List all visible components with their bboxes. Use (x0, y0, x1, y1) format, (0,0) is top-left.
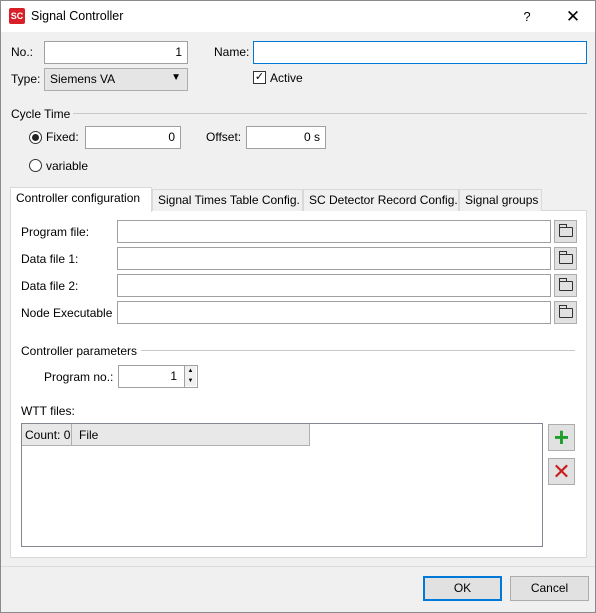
program-file-label: Program file: (21, 225, 90, 239)
data-file-1-label: Data file 1: (21, 252, 79, 266)
browse-program-file-button[interactable] (554, 220, 577, 243)
x-icon: ✕ (552, 459, 571, 484)
browse-node-executable-button[interactable] (554, 301, 577, 324)
folder-icon (559, 251, 573, 264)
cancel-button[interactable]: Cancel (510, 576, 589, 601)
grid-file-column-header[interactable]: File (72, 424, 310, 446)
remove-wtt-file-button[interactable]: ✕ (548, 458, 575, 485)
cycle-time-divider (73, 113, 587, 114)
app-icon: SC (9, 8, 25, 24)
fixed-cycle-field[interactable]: 0 (85, 126, 181, 149)
fixed-label: Fixed: (46, 130, 79, 144)
tab-signal-groups[interactable]: Signal groups (459, 189, 542, 211)
folder-icon (559, 305, 573, 318)
add-wtt-file-button[interactable]: + (548, 424, 575, 451)
controller-parameters-divider (141, 350, 575, 351)
offset-label: Offset: (206, 130, 242, 144)
name-label: Name: (214, 45, 250, 59)
cycle-time-label: Cycle Time (11, 107, 71, 121)
plus-icon: + (553, 422, 570, 452)
no-field[interactable]: 1 (44, 41, 188, 64)
node-executable-label: Node Executable (21, 306, 113, 320)
browse-data-file-1-button[interactable] (554, 247, 577, 270)
active-label: Active (270, 71, 303, 85)
grid-count-header: Count: 0 (22, 424, 72, 446)
browse-data-file-2-button[interactable] (554, 274, 577, 297)
tab-signal-times-table-config[interactable]: Signal Times Table Config. (152, 189, 303, 211)
data-file-2-label: Data file 2: (21, 279, 79, 293)
window-title: Signal Controller (31, 9, 124, 23)
footer-divider (1, 566, 595, 567)
type-select[interactable]: Siemens VA ▼ (44, 68, 188, 91)
program-file-field[interactable] (117, 220, 551, 243)
variable-radio[interactable] (29, 159, 42, 172)
tab-controller-configuration[interactable]: Controller configuration (10, 187, 152, 212)
fixed-radio[interactable] (29, 131, 42, 144)
offset-field[interactable]: 0 s (246, 126, 326, 149)
checkmark-icon: ✓ (254, 71, 265, 83)
wtt-files-grid[interactable]: Count: 0 File (21, 423, 543, 547)
close-button[interactable]: ✕ (557, 5, 589, 29)
controller-parameters-label: Controller parameters (21, 344, 138, 358)
folder-icon (559, 224, 573, 237)
data-file-1-field[interactable] (117, 247, 551, 270)
signal-controller-dialog: SC Signal Controller ? ✕ No.: 1 Name: Ty… (0, 0, 596, 613)
program-no-label: Program no.: (44, 370, 114, 384)
title-bar: SC Signal Controller ? ✕ (1, 1, 595, 32)
program-no-stepper[interactable]: ▲ ▼ (184, 366, 196, 387)
node-executable-field[interactable] (117, 301, 551, 324)
ok-button[interactable]: OK (423, 576, 502, 601)
help-button[interactable]: ? (513, 5, 541, 29)
arrow-up-icon[interactable]: ▲ (185, 366, 196, 376)
active-checkbox[interactable]: ✓ (253, 71, 266, 84)
arrow-down-icon[interactable]: ▼ (185, 376, 196, 386)
folder-icon (559, 278, 573, 291)
variable-label: variable (46, 159, 89, 173)
name-field[interactable] (253, 41, 587, 64)
wtt-files-label: WTT files: (21, 404, 75, 418)
no-label: No.: (11, 45, 34, 59)
chevron-down-icon: ▼ (171, 72, 181, 83)
type-label: Type: (11, 72, 41, 86)
tab-sc-detector-record-config[interactable]: SC Detector Record Config. (303, 189, 459, 211)
data-file-2-field[interactable] (117, 274, 551, 297)
type-select-value: Siemens VA (50, 72, 116, 86)
